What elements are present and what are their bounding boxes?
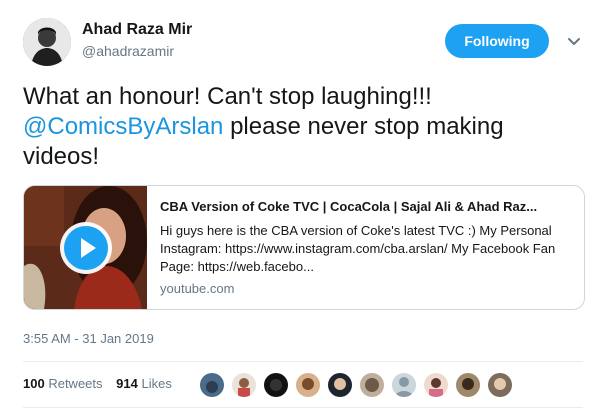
mention-link[interactable]: @ComicsByArslan: [23, 113, 223, 140]
tweet-text: What an honour! Can't stop laughing!!! @…: [23, 82, 583, 172]
card-title[interactable]: CBA Version of Coke TVC | CocaCola | Saj…: [160, 198, 572, 216]
likes-count: 914: [116, 376, 138, 391]
liker-avatar[interactable]: [327, 372, 353, 398]
liker-avatar[interactable]: [455, 372, 481, 398]
author-name[interactable]: Ahad Raza Mir: [82, 20, 192, 40]
chevron-down-icon[interactable]: [567, 34, 581, 48]
likes-label: Likes: [141, 376, 172, 391]
author-handle[interactable]: @ahadrazamir: [82, 42, 174, 60]
liker-avatar[interactable]: [487, 372, 513, 398]
liker-avatar[interactable]: [423, 372, 449, 398]
tweet-text-before: What an honour! Can't stop laughing!!!: [23, 83, 432, 110]
liker-avatar[interactable]: [359, 372, 385, 398]
liker-avatar[interactable]: [231, 372, 257, 398]
likes-stat[interactable]: 914 Likes: [116, 376, 172, 391]
liker-avatar[interactable]: [263, 372, 289, 398]
divider: [23, 361, 583, 362]
liker-avatar[interactable]: [199, 372, 225, 398]
link-card[interactable]: CBA Version of Coke TVC | CocaCola | Saj…: [23, 185, 585, 310]
author-avatar[interactable]: [23, 18, 71, 66]
following-button[interactable]: Following: [445, 24, 549, 58]
retweets-label: Retweets: [48, 376, 103, 391]
play-button[interactable]: [60, 222, 112, 274]
play-icon: [64, 226, 108, 270]
card-domain: youtube.com: [160, 281, 235, 296]
card-description: Hi guys here is the CBA version of Coke'…: [160, 223, 556, 274]
tweet-container: Ahad Raza Mir @ahadrazamir Following Wha…: [0, 0, 602, 413]
tweet-timestamp[interactable]: 3:55 AM - 31 Jan 2019: [23, 331, 154, 346]
liker-avatars: [199, 372, 513, 398]
divider: [23, 407, 583, 408]
liker-avatar[interactable]: [295, 372, 321, 398]
retweets-stat[interactable]: 100 Retweets: [23, 376, 103, 391]
card-body: CBA Version of Coke TVC | CocaCola | Saj…: [160, 198, 572, 298]
card-thumbnail[interactable]: [24, 186, 147, 309]
retweets-count: 100: [23, 376, 45, 391]
liker-avatar[interactable]: [391, 372, 417, 398]
tweet-stats: 100 Retweets 914 Likes: [23, 376, 182, 391]
